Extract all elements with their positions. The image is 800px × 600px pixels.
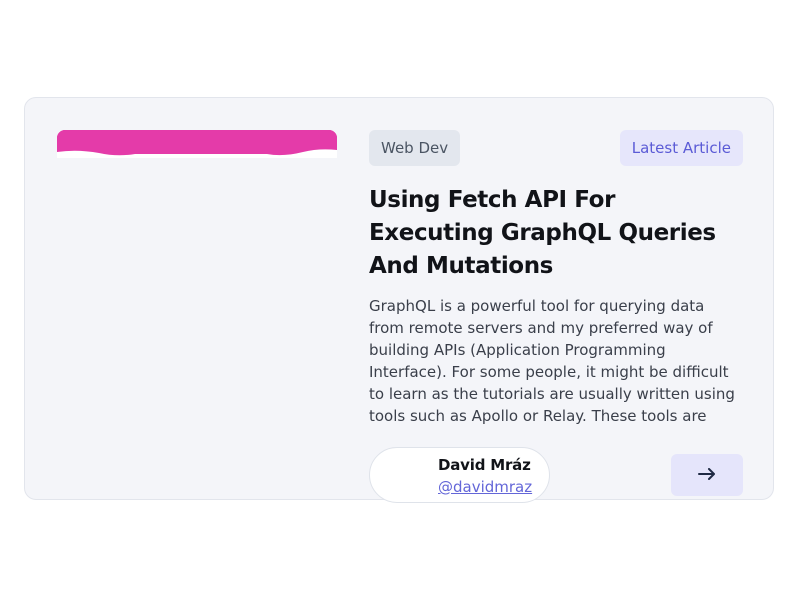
article-card: Web Dev Latest Article Using Fetch API F… bbox=[24, 97, 774, 503]
read-more-button[interactable] bbox=[671, 454, 743, 496]
author-chip: David Mráz @davidmraz bbox=[369, 447, 550, 503]
tags-row: Web Dev Latest Article bbox=[369, 130, 743, 166]
author-handle-link[interactable]: @davidmraz bbox=[438, 478, 532, 496]
article-content: Web Dev Latest Article Using Fetch API F… bbox=[369, 130, 743, 503]
article-excerpt: GraphQL is a powerful tool for querying … bbox=[369, 297, 735, 425]
latest-article-badge: Latest Article bbox=[619, 130, 743, 166]
article-footer: David Mráz @davidmraz bbox=[369, 447, 743, 503]
arrow-right-icon bbox=[698, 467, 716, 483]
category-tag[interactable]: Web Dev bbox=[369, 130, 461, 166]
article-title[interactable]: Using Fetch API For Executing GraphQL Qu… bbox=[369, 184, 743, 283]
author-name: David Mráz bbox=[438, 456, 531, 474]
article-thumbnail[interactable] bbox=[57, 130, 337, 158]
